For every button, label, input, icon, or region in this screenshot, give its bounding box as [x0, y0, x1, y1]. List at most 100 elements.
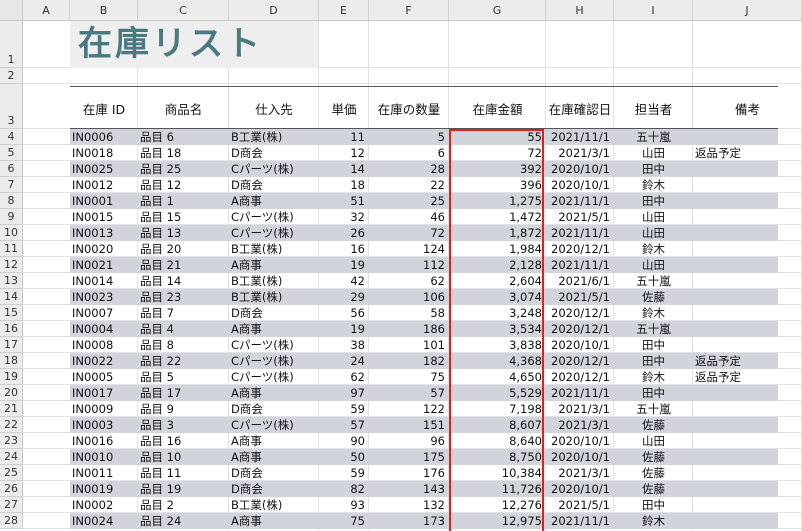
remarks-cell[interactable]: [695, 321, 800, 337]
supplier-cell[interactable]: A商事: [231, 449, 317, 465]
product-name-cell[interactable]: 品目 7: [140, 305, 227, 321]
person-cell[interactable]: 佐藤: [614, 449, 693, 465]
unit-price-cell[interactable]: 11: [319, 129, 365, 145]
supplier-cell[interactable]: Cパーツ(株): [231, 225, 317, 241]
product-name-cell[interactable]: 品目 4: [140, 321, 227, 337]
check-date-cell[interactable]: 2020/12/1: [546, 241, 610, 257]
row-header[interactable]: 27: [0, 497, 23, 513]
quantity-cell[interactable]: 75: [369, 369, 445, 385]
select-all-corner[interactable]: [0, 0, 23, 21]
row-header[interactable]: 25: [0, 465, 23, 481]
stock-id-cell[interactable]: IN0008: [72, 337, 136, 353]
row-header[interactable]: 24: [0, 449, 23, 465]
check-date-cell[interactable]: 2021/6/1: [546, 273, 610, 289]
check-date-cell[interactable]: 2021/11/1: [546, 193, 610, 209]
unit-price-cell[interactable]: 59: [319, 465, 365, 481]
quantity-cell[interactable]: 175: [369, 449, 445, 465]
check-date-cell[interactable]: 2021/11/1: [546, 225, 610, 241]
quantity-cell[interactable]: 57: [369, 385, 445, 401]
person-cell[interactable]: 山田: [614, 145, 693, 161]
supplier-cell[interactable]: Cパーツ(株): [231, 369, 317, 385]
product-name-cell[interactable]: 品目 19: [140, 481, 227, 497]
person-cell[interactable]: 佐藤: [614, 417, 693, 433]
person-cell[interactable]: 佐藤: [614, 465, 693, 481]
product-name-cell[interactable]: 品目 14: [140, 273, 227, 289]
quantity-cell[interactable]: 58: [369, 305, 445, 321]
supplier-cell[interactable]: Cパーツ(株): [231, 209, 317, 225]
row-header[interactable]: 15: [0, 305, 23, 321]
remarks-cell[interactable]: 返品予定: [695, 353, 800, 369]
row-header[interactable]: 26: [0, 481, 23, 497]
row-header[interactable]: 14: [0, 289, 23, 305]
stock-id-cell[interactable]: IN0022: [72, 353, 136, 369]
column-header-f[interactable]: F: [369, 0, 449, 21]
person-cell[interactable]: 鈴木: [614, 513, 693, 529]
remarks-cell[interactable]: [695, 273, 800, 289]
column-header-d[interactable]: D: [229, 0, 319, 21]
row-header[interactable]: 20: [0, 385, 23, 401]
supplier-cell[interactable]: D商会: [231, 305, 317, 321]
check-date-cell[interactable]: 2020/10/1: [546, 161, 610, 177]
check-date-cell[interactable]: 2020/10/1: [546, 177, 610, 193]
person-cell[interactable]: 田中: [614, 161, 693, 177]
person-cell[interactable]: 鈴木: [614, 369, 693, 385]
supplier-cell[interactable]: A商事: [231, 385, 317, 401]
unit-price-cell[interactable]: 90: [319, 433, 365, 449]
stock-id-cell[interactable]: IN0001: [72, 193, 136, 209]
stock-id-cell[interactable]: IN0024: [72, 513, 136, 529]
check-date-cell[interactable]: 2020/10/1: [546, 449, 610, 465]
product-name-cell[interactable]: 品目 25: [140, 161, 227, 177]
remarks-cell[interactable]: [695, 337, 800, 353]
unit-price-cell[interactable]: 14: [319, 161, 365, 177]
remarks-cell[interactable]: [695, 465, 800, 481]
column-header-i[interactable]: I: [614, 0, 693, 21]
supplier-cell[interactable]: B工業(株): [231, 129, 317, 145]
stock-id-cell[interactable]: IN0014: [72, 273, 136, 289]
supplier-cell[interactable]: D商会: [231, 481, 317, 497]
row-header[interactable]: 23: [0, 433, 23, 449]
check-date-cell[interactable]: 2021/11/1: [546, 385, 610, 401]
stock-id-cell[interactable]: IN0020: [72, 241, 136, 257]
remarks-cell[interactable]: [695, 225, 800, 241]
quantity-cell[interactable]: 62: [369, 273, 445, 289]
remarks-cell[interactable]: [695, 433, 800, 449]
row-header[interactable]: 12: [0, 257, 23, 273]
unit-price-cell[interactable]: 97: [319, 385, 365, 401]
quantity-cell[interactable]: 151: [369, 417, 445, 433]
stock-id-cell[interactable]: IN0013: [72, 225, 136, 241]
stock-id-cell[interactable]: IN0007: [72, 305, 136, 321]
quantity-cell[interactable]: 132: [369, 497, 445, 513]
unit-price-cell[interactable]: 82: [319, 481, 365, 497]
row-header[interactable]: 13: [0, 273, 23, 289]
supplier-cell[interactable]: Cパーツ(株): [231, 337, 317, 353]
supplier-cell[interactable]: D商会: [231, 401, 317, 417]
product-name-cell[interactable]: 品目 23: [140, 289, 227, 305]
check-date-cell[interactable]: 2021/11/1: [546, 513, 610, 529]
unit-price-cell[interactable]: 57: [319, 417, 365, 433]
person-cell[interactable]: 佐藤: [614, 289, 693, 305]
supplier-cell[interactable]: B工業(株): [231, 289, 317, 305]
stock-id-cell[interactable]: IN0015: [72, 209, 136, 225]
remarks-cell[interactable]: [695, 193, 800, 209]
quantity-cell[interactable]: 176: [369, 465, 445, 481]
stock-id-cell[interactable]: IN0025: [72, 161, 136, 177]
remarks-cell[interactable]: [695, 401, 800, 417]
unit-price-cell[interactable]: 38: [319, 337, 365, 353]
unit-price-cell[interactable]: 16: [319, 241, 365, 257]
quantity-cell[interactable]: 186: [369, 321, 445, 337]
quantity-cell[interactable]: 106: [369, 289, 445, 305]
check-date-cell[interactable]: 2020/12/1: [546, 321, 610, 337]
remarks-cell[interactable]: [695, 497, 800, 513]
row-header[interactable]: 6: [0, 161, 23, 177]
row-header[interactable]: 22: [0, 417, 23, 433]
unit-price-cell[interactable]: 29: [319, 289, 365, 305]
stock-id-cell[interactable]: IN0021: [72, 257, 136, 273]
row-header[interactable]: 9: [0, 209, 23, 225]
quantity-cell[interactable]: 46: [369, 209, 445, 225]
stock-id-cell[interactable]: IN0016: [72, 433, 136, 449]
quantity-cell[interactable]: 5: [369, 129, 445, 145]
product-name-cell[interactable]: 品目 15: [140, 209, 227, 225]
row-header[interactable]: 10: [0, 225, 23, 241]
stock-id-cell[interactable]: IN0017: [72, 385, 136, 401]
remarks-cell[interactable]: [695, 513, 800, 529]
